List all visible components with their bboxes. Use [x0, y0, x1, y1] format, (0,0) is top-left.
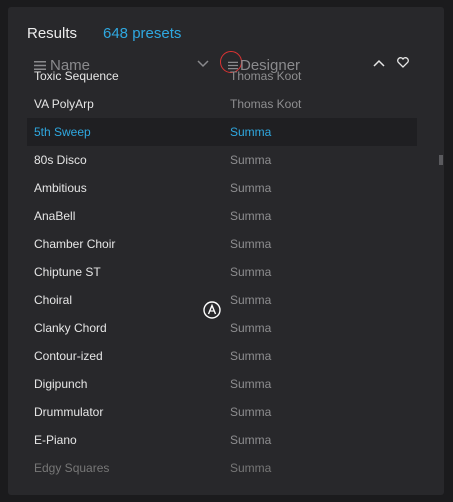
heart-icon[interactable]: [397, 57, 409, 68]
scrollbar[interactable]: [439, 155, 443, 165]
list-item[interactable]: Chiptune ST Summa: [27, 258, 417, 286]
list-item[interactable]: Choiral Summa: [27, 286, 417, 314]
preset-name: Chamber Choir: [34, 237, 116, 251]
preset-designer: Summa: [230, 237, 272, 251]
list-item[interactable]: Digipunch Summa: [27, 370, 417, 398]
preset-name: Contour-ized: [34, 349, 103, 363]
list-item[interactable]: Contour-ized Summa: [27, 342, 417, 370]
list-item[interactable]: Edgy Squares Summa: [27, 454, 417, 482]
preset-designer: Summa: [230, 181, 272, 195]
list-item[interactable]: Ambitious Summa: [27, 174, 417, 202]
results-panel: Results 648 presets Name Designer Toxic …: [8, 7, 444, 495]
preset-name: Choiral: [34, 293, 73, 307]
preset-designer: Summa: [230, 405, 272, 419]
chevron-down-icon[interactable]: [197, 59, 209, 68]
preset-name: 80s Disco: [34, 153, 87, 167]
preset-designer: Summa: [230, 377, 272, 391]
preset-name: Drummulator: [34, 405, 104, 419]
preset-name: Clanky Chord: [34, 321, 107, 335]
preset-name: Edgy Squares: [34, 461, 110, 475]
preset-name: Ambitious: [34, 181, 87, 195]
results-title: Results: [27, 25, 78, 42]
preset-name: VA PolyArp: [34, 97, 94, 111]
preset-designer: Summa: [230, 321, 272, 335]
list-item-selected[interactable]: 5th Sweep Summa: [27, 118, 417, 146]
preset-list[interactable]: Toxic Sequence Thomas Koot VA PolyArp Th…: [27, 68, 417, 495]
chevron-up-icon[interactable]: [373, 59, 385, 68]
preset-name: Digipunch: [34, 377, 88, 391]
list-item[interactable]: VA PolyArp Thomas Koot: [27, 90, 417, 118]
list-item[interactable]: AnaBell Summa: [27, 202, 417, 230]
preset-designer: Summa: [230, 461, 272, 475]
list-item[interactable]: Chamber Choir Summa: [27, 230, 417, 258]
presets-count: 648 presets: [103, 25, 182, 42]
preset-designer: Thomas Koot: [230, 69, 302, 83]
preset-designer: Summa: [230, 265, 272, 279]
preset-designer: Summa: [230, 209, 272, 223]
preset-designer: Summa: [230, 433, 272, 447]
preset-name: AnaBell: [34, 209, 76, 223]
preset-name: Toxic Sequence: [34, 69, 119, 83]
preset-designer: Thomas Koot: [230, 97, 302, 111]
list-item[interactable]: E-Piano Summa: [27, 426, 417, 454]
preset-designer: Summa: [230, 293, 272, 307]
preset-name: E-Piano: [34, 433, 77, 447]
list-item[interactable]: Clanky Chord Summa: [27, 314, 417, 342]
list-item[interactable]: Toxic Sequence Thomas Koot: [27, 68, 417, 90]
preset-designer: Summa: [230, 125, 272, 139]
list-item[interactable]: Drummulator Summa: [27, 398, 417, 426]
preset-designer: Summa: [230, 153, 272, 167]
cursor-icon: [203, 301, 221, 319]
preset-name: 5th Sweep: [34, 125, 91, 139]
list-item[interactable]: 80s Disco Summa: [27, 146, 417, 174]
preset-designer: Summa: [230, 349, 272, 363]
preset-name: Chiptune ST: [34, 265, 101, 279]
